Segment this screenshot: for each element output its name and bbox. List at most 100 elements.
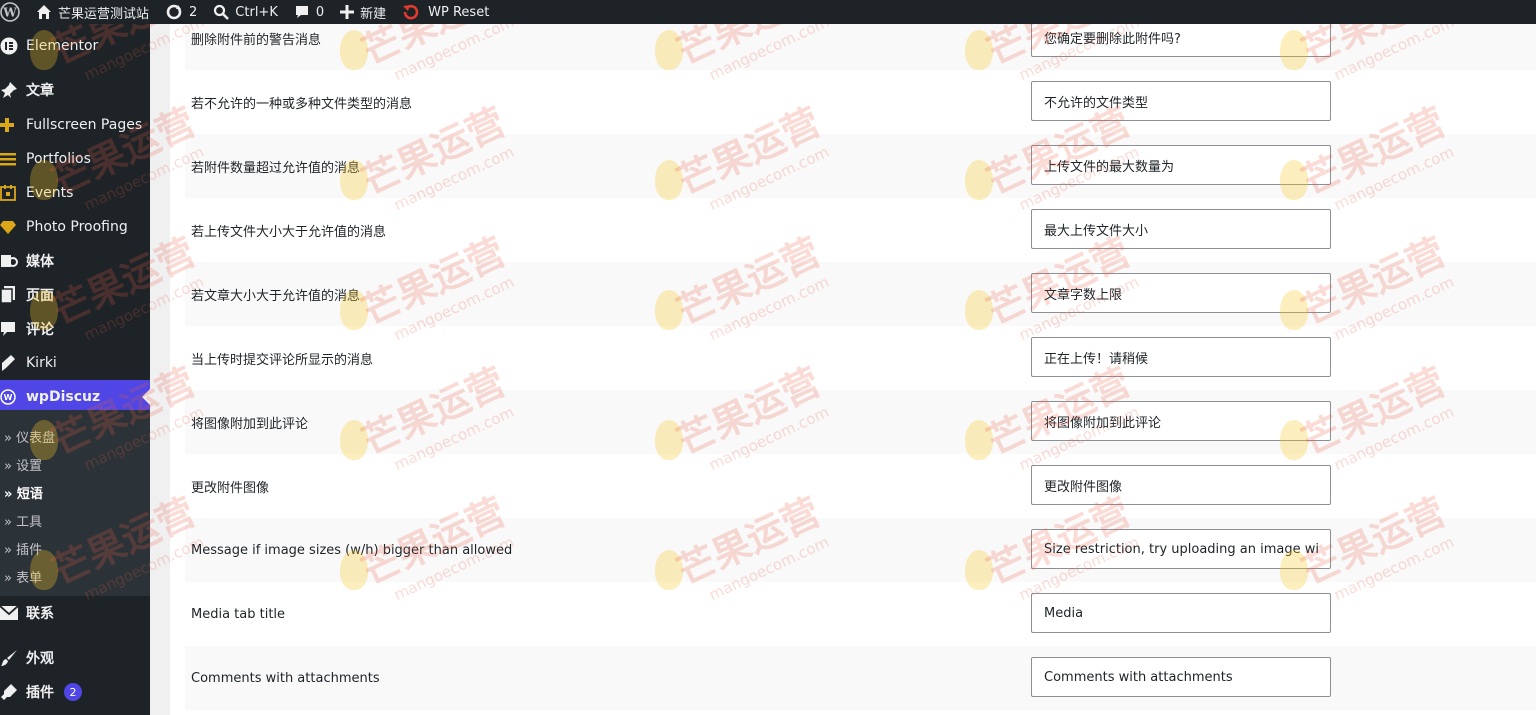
table-row: Comments with attachments xyxy=(185,646,1536,710)
comment-icon xyxy=(295,6,308,18)
updates-icon xyxy=(166,4,182,20)
row-label: Comments with attachments xyxy=(191,670,380,686)
sidebar-item-wpdiscuz[interactable]: W wpDiscuz xyxy=(0,380,150,414)
plus-icon xyxy=(340,5,355,19)
svg-text:W: W xyxy=(4,393,13,402)
submenu-item-plugins[interactable]: » 插件 xyxy=(0,534,150,562)
comments-count: 0 xyxy=(315,4,325,20)
wordpress-logo-icon[interactable]: W xyxy=(0,0,28,24)
comments-link[interactable]: 0 xyxy=(286,0,332,24)
sidebar-item-contact[interactable]: 联系 xyxy=(0,596,150,630)
sidebar-item-label: Elementor xyxy=(26,38,99,54)
sidebar-item-photo-proofing[interactable]: Photo Proofing xyxy=(0,210,150,244)
updates-link[interactable]: 2 xyxy=(157,0,205,24)
submenu-item-tools[interactable]: » 工具 xyxy=(0,506,150,534)
updates-count: 2 xyxy=(189,4,198,20)
sidebar-item-label: Fullscreen Pages xyxy=(26,117,143,133)
sidebar-item-kirki[interactable]: Kirki xyxy=(0,346,150,380)
submenu-item-phrases[interactable]: » 短语 xyxy=(0,478,150,506)
sidebar-item-label: 外观 xyxy=(26,651,54,667)
brush-icon xyxy=(0,649,26,667)
sidebar-item-fullscreen-pages[interactable]: Fullscreen Pages xyxy=(0,108,150,142)
row-label: 当上传时提交评论所显示的消息 xyxy=(191,352,374,368)
pin-icon xyxy=(0,81,26,99)
main-content: 删除附件前的警告消息 若不允许的一种或多种文件类型的消息 若附件数量超过允许值的… xyxy=(150,6,1536,715)
row-label: 若不允许的一种或多种文件类型的消息 xyxy=(191,96,413,112)
sidebar-item-portfolios[interactable]: Portfolios xyxy=(0,142,150,176)
table-row: 若文章大小大于允许值的消息 xyxy=(185,262,1536,326)
phrase-input[interactable] xyxy=(1031,145,1331,185)
sidebar-item-label: 媒体 xyxy=(26,254,54,270)
row-label: 更改附件图像 xyxy=(191,480,270,496)
wpdiscuz-icon: W xyxy=(0,389,26,405)
search-shortcut-link[interactable]: Ctrl+K xyxy=(205,0,286,24)
phrase-input[interactable] xyxy=(1031,593,1331,633)
calendar-icon xyxy=(0,185,26,201)
sidebar-item-appearance[interactable]: 外观 xyxy=(0,641,150,675)
table-row: 当上传时提交评论所显示的消息 xyxy=(185,326,1536,390)
sidebar-item-comments[interactable]: 评论 xyxy=(0,312,150,346)
plus-icon xyxy=(0,118,26,132)
row-label: 若附件数量超过允许值的消息 xyxy=(191,160,361,176)
search-icon xyxy=(214,4,230,20)
wp-reset-icon xyxy=(403,4,419,20)
row-label: 若上传文件大小大于允许值的消息 xyxy=(191,224,387,240)
submenu-item-settings[interactable]: » 设置 xyxy=(0,450,150,478)
phrase-input[interactable] xyxy=(1031,273,1331,313)
admin-sidebar: Elementor 文章 Fullscreen Pages Portfolios… xyxy=(0,24,150,715)
mail-icon xyxy=(0,606,26,620)
media-icon xyxy=(0,252,26,270)
phrase-input[interactable] xyxy=(1031,401,1331,441)
sidebar-item-label: Kirki xyxy=(26,355,57,371)
submenu-item-dashboard[interactable]: » 仪表盘 xyxy=(0,422,150,450)
plugin-icon xyxy=(0,683,26,701)
row-label: 将图像附加到此评论 xyxy=(191,416,309,432)
comment-icon xyxy=(0,321,26,337)
phrase-input[interactable] xyxy=(1031,337,1331,377)
table-row: 若上传文件大小大于允许值的消息 xyxy=(185,198,1536,262)
new-content-link[interactable]: 新建 xyxy=(332,0,394,24)
new-label: 新建 xyxy=(360,6,387,22)
row-label: Media tab title xyxy=(191,606,286,622)
elementor-icon xyxy=(0,37,26,55)
submenu-item-forms[interactable]: » 表单 xyxy=(0,562,150,590)
sidebar-item-label: 文章 xyxy=(26,83,54,99)
row-label: 若文章大小大于允许值的消息 xyxy=(191,288,361,304)
table-row: 更改附件图像 xyxy=(185,454,1536,518)
sidebar-item-elementor[interactable]: Elementor xyxy=(0,29,150,63)
kirki-icon xyxy=(0,354,26,372)
row-label: Message if image sizes (w/h) bigger than… xyxy=(191,542,513,558)
phrase-input[interactable] xyxy=(1031,209,1331,249)
svg-text:W: W xyxy=(2,6,17,20)
sidebar-item-plugins[interactable]: 插件 2 xyxy=(0,675,150,709)
list-icon xyxy=(0,152,26,166)
sidebar-item-label: wpDiscuz xyxy=(26,389,101,405)
sidebar-item-label: 联系 xyxy=(26,606,54,622)
admin-bar: W 芒果运营测试站 2 Ctrl+K 0 新建 WP Reset xyxy=(0,0,1536,24)
home-icon xyxy=(37,5,51,19)
sidebar-item-pages[interactable]: 页面 xyxy=(0,278,150,312)
content-gutter xyxy=(150,24,170,715)
wp-reset-label: WP Reset xyxy=(428,4,490,20)
phrase-input[interactable] xyxy=(1031,465,1331,505)
pages-icon xyxy=(0,286,26,304)
diamond-icon xyxy=(0,220,26,234)
sidebar-item-events[interactable]: Events xyxy=(0,176,150,210)
table-row: 若不允许的一种或多种文件类型的消息 xyxy=(185,70,1536,134)
site-name: 芒果运营测试站 xyxy=(58,6,150,22)
sidebar-item-label: Events xyxy=(26,185,74,201)
sidebar-item-label: 评论 xyxy=(26,322,54,338)
phrase-input[interactable] xyxy=(1031,529,1331,569)
table-row: Media tab title xyxy=(185,582,1536,646)
sidebar-item-label: 页面 xyxy=(26,288,54,304)
sidebar-item-label: 插件 xyxy=(26,685,54,701)
site-name-link[interactable]: 芒果运营测试站 xyxy=(28,0,157,24)
sidebar-item-label: Portfolios xyxy=(26,151,91,167)
phrase-input[interactable] xyxy=(1031,657,1331,697)
phrase-input[interactable] xyxy=(1031,81,1331,121)
sidebar-item-posts[interactable]: 文章 xyxy=(0,73,150,107)
wp-reset-link[interactable]: WP Reset xyxy=(394,0,497,24)
search-shortcut: Ctrl+K xyxy=(235,4,278,20)
sidebar-item-label: Photo Proofing xyxy=(26,219,128,235)
sidebar-item-media[interactable]: 媒体 xyxy=(0,244,150,278)
